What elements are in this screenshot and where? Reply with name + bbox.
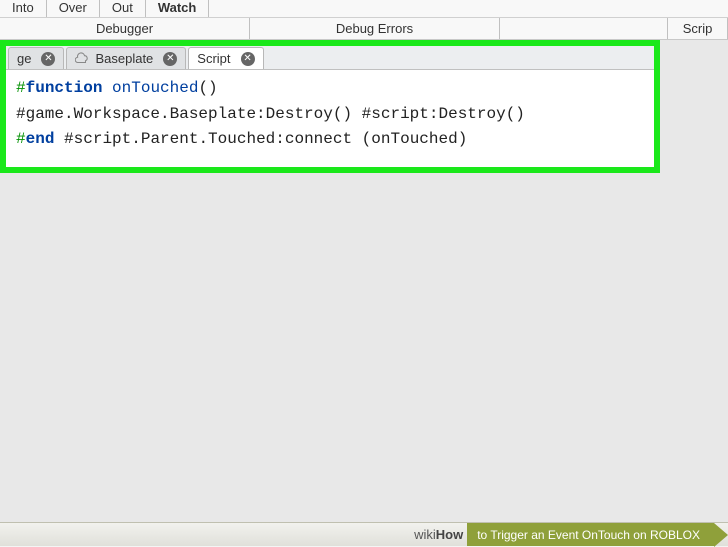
code-line-3: #end #script.Parent.Touched:connect (onT… bbox=[16, 127, 644, 153]
keyword-token: end bbox=[26, 130, 55, 148]
wikihow-caption-bar: wikiHow to Trigger an Event OnTouch on R… bbox=[0, 522, 728, 546]
ribbon-btn-into[interactable]: Into bbox=[0, 0, 47, 17]
wikihow-title: to Trigger an Event OnTouch on ROBLOX bbox=[467, 523, 714, 546]
brand-text: wiki bbox=[414, 527, 436, 542]
paren-token: () bbox=[198, 79, 217, 97]
tab-baseplate[interactable]: Baseplate ✕ bbox=[66, 47, 186, 69]
brand-bold: How bbox=[436, 527, 463, 542]
label: Out bbox=[112, 0, 133, 15]
close-icon[interactable]: ✕ bbox=[41, 52, 55, 66]
group-label-debug-errors: Debug Errors bbox=[250, 18, 500, 39]
label: Watch bbox=[158, 0, 197, 15]
tab-label: Script bbox=[197, 51, 230, 66]
ribbon-btn-over[interactable]: Over bbox=[47, 0, 100, 17]
cloud-icon bbox=[75, 52, 89, 66]
close-icon[interactable]: ✕ bbox=[241, 52, 255, 66]
document-tab-bar: ge ✕ Baseplate ✕ Script ✕ bbox=[6, 46, 654, 70]
keyword-token: function bbox=[26, 79, 103, 97]
tab-label: Baseplate bbox=[95, 51, 153, 66]
tab-page[interactable]: ge ✕ bbox=[8, 47, 64, 69]
group-spacer bbox=[500, 18, 668, 39]
editor-area: ge ✕ Baseplate ✕ Script ✕ #function onTo… bbox=[0, 40, 728, 522]
ribbon-btn-watch[interactable]: Watch bbox=[146, 0, 210, 17]
hash-token: # bbox=[16, 79, 26, 97]
code-line-2: #game.Workspace.Baseplate:Destroy() #scr… bbox=[16, 102, 644, 128]
code-text: #game.Workspace.Baseplate:Destroy() bbox=[16, 105, 352, 123]
label: Into bbox=[12, 0, 34, 15]
code-text: #script.Parent.Touched:connect (onTouche… bbox=[64, 130, 467, 148]
code-editor[interactable]: #function onTouched() #game.Workspace.Ba… bbox=[6, 70, 654, 167]
tab-label: ge bbox=[17, 51, 31, 66]
group-label-debugger: Debugger bbox=[0, 18, 250, 39]
close-icon[interactable]: ✕ bbox=[163, 52, 177, 66]
code-line-1: #function onTouched() bbox=[16, 76, 644, 102]
identifier-token: onTouched bbox=[112, 79, 198, 97]
highlight-box: ge ✕ Baseplate ✕ Script ✕ #function onTo… bbox=[0, 40, 660, 173]
group-label-script: Scrip bbox=[668, 18, 728, 39]
tab-script[interactable]: Script ✕ bbox=[188, 47, 263, 69]
ribbon-btn-out[interactable]: Out bbox=[100, 0, 146, 17]
ribbon-top-row: Into Over Out Watch bbox=[0, 0, 728, 18]
wikihow-logo: wikiHow bbox=[410, 527, 467, 542]
label: Over bbox=[59, 0, 87, 15]
ribbon-group-labels: Debugger Debug Errors Scrip bbox=[0, 18, 728, 40]
arrow-icon bbox=[714, 523, 728, 547]
code-text: #script:Destroy() bbox=[362, 105, 525, 123]
hash-token: # bbox=[16, 130, 26, 148]
